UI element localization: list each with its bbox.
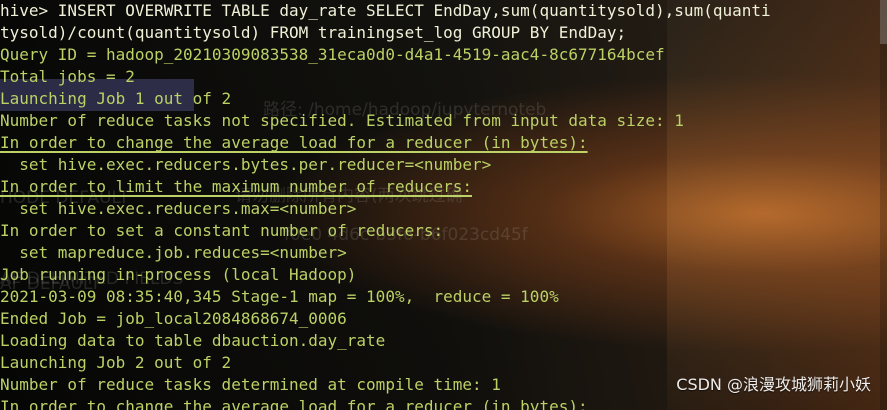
terminal-line-1: tysold)/count(quantitysold) FROM trainin…	[0, 23, 627, 42]
terminal-line-18: In order to change the average load for …	[0, 397, 588, 410]
terminal-line-8: In order to limit the maximum number of …	[0, 177, 473, 196]
terminal-line-0: hive> INSERT OVERWRITE TABLE day_rate SE…	[0, 1, 771, 20]
terminal-line-7: set hive.exec.reducers.bytes.per.reducer…	[0, 155, 492, 174]
terminal-output: hive> INSERT OVERWRITE TABLE day_rate SE…	[0, 0, 887, 410]
terminal-line-13: 2021-03-09 08:35:40,345 Stage-1 map = 10…	[0, 287, 559, 306]
terminal-line-15: Loading data to table dbauction.day_rate	[0, 331, 386, 350]
terminal-line-10: In order to set a constant number of red…	[0, 221, 444, 240]
terminal-scrollbar[interactable]	[880, 0, 887, 410]
terminal-line-4: Launching Job 1 out of 2	[0, 89, 232, 108]
terminal-line-9: set hive.exec.reducers.max=<number>	[0, 199, 357, 218]
terminal-line-5: Number of reduce tasks not specified. Es…	[0, 111, 684, 130]
scrollbar-thumb[interactable]	[880, 0, 887, 44]
terminal-line-3: Total jobs = 2	[0, 67, 135, 86]
csdn-watermark: CSDN @浪漫攻城狮莉小妖	[676, 375, 871, 394]
terminal-line-14: Ended Job = job_local2084868674_0006	[0, 309, 347, 328]
terminal-line-17: Number of reduce tasks determined at com…	[0, 375, 501, 394]
terminal-line-12: Job running in-process (local Hadoop)	[0, 265, 357, 284]
terminal-line-16: Launching Job 2 out of 2	[0, 353, 232, 372]
terminal-line-11: set mapreduce.job.reduces=<number>	[0, 243, 347, 262]
terminal-line-2: Query ID = hadoop_20210309083538_31eca0d…	[0, 45, 665, 64]
terminal-line-6: In order to change the average load for …	[0, 133, 588, 152]
